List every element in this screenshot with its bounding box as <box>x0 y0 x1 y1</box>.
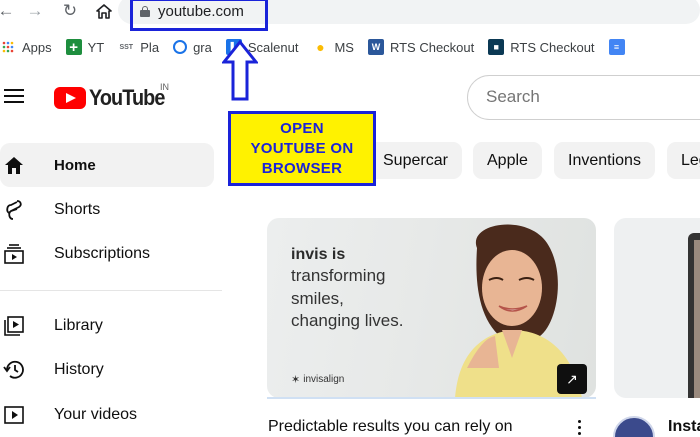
docs-icon[interactable]: ≡ <box>608 39 625 55</box>
bookmark-label: RTS Checkout <box>510 39 595 55</box>
bookmark-yt[interactable]: + YT <box>65 39 105 56</box>
bookmark-rts-checkout[interactable]: ■ RTS Checkout <box>488 39 595 55</box>
callout-line: YOUTUBE ON <box>250 139 354 157</box>
sidebar-item-label: Your videos <box>54 406 138 423</box>
ad-thumbnail[interactable]: invis is transforming smiles, changing l… <box>267 218 596 398</box>
bookmark-label: Pla <box>140 39 160 55</box>
youtube-logo[interactable]: YouTube <box>54 85 173 111</box>
sidebar-item-label: History <box>54 361 104 378</box>
youtube-play-icon <box>54 87 86 109</box>
sidebar-item-label: Home <box>54 156 96 174</box>
invisalign-logo: ✶ invisalign <box>291 374 345 386</box>
sidebar-divider <box>0 290 222 291</box>
reload-icon[interactable]: ↻ <box>60 0 80 22</box>
plus-icon: + <box>65 39 82 56</box>
sidebar-item-home[interactable]: Home <box>0 143 214 187</box>
bookmark-label: Apps <box>22 39 52 55</box>
up-arrow-icon <box>222 40 258 101</box>
ad-progress-rule <box>267 397 596 399</box>
external-link-icon[interactable]: ↗ <box>557 364 587 394</box>
search-box[interactable] <box>467 75 700 120</box>
ad-line: changing lives. <box>291 311 404 330</box>
sidebar-item-label: Shorts <box>54 201 101 218</box>
chip-supercar[interactable]: Supercar <box>369 142 462 179</box>
avatar[interactable] <box>613 416 655 437</box>
your-videos-icon <box>3 404 25 426</box>
callout-line: BROWSER <box>261 159 343 177</box>
country-code: IN <box>160 82 169 92</box>
library-icon <box>3 315 25 337</box>
channel-name[interactable]: Insta <box>668 418 700 436</box>
ad-title[interactable]: Predictable results you can rely on <box>268 418 513 436</box>
shorts-icon <box>3 199 25 221</box>
chip-leg[interactable]: Leg <box>667 142 700 179</box>
bookmark-pla[interactable]: SST Pla <box>118 39 159 55</box>
sidebar-item-label: Library <box>54 317 103 334</box>
bookmark-label: MS <box>334 39 354 55</box>
sidebar-item-label: Subscriptions <box>54 245 151 262</box>
bookmarks-bar: Apps + YT SST Pla gra ▌ Scalenut ● MS W RTS Checkou… <box>0 33 700 61</box>
ad-line: smiles, <box>291 289 344 308</box>
bookmark-label: RTS Checkout <box>389 39 475 55</box>
chart-icon: ■ <box>488 39 505 55</box>
sidebar-item-history[interactable]: History <box>0 348 214 392</box>
home-icon[interactable] <box>94 0 114 22</box>
callout-line: OPEN <box>280 119 324 137</box>
chip-inventions[interactable]: Inventions <box>554 142 655 179</box>
url-highlight-box <box>130 0 268 31</box>
video-thumbnail[interactable] <box>614 218 700 398</box>
grammarly-icon <box>173 40 188 54</box>
forward-icon[interactable]: → <box>26 0 44 22</box>
sst-icon: SST <box>119 43 134 51</box>
back-icon[interactable]: ← <box>0 0 16 22</box>
sidebar-item-your-videos[interactable]: Your videos <box>0 393 214 437</box>
sidebar-item-library[interactable]: Library <box>0 304 214 348</box>
ad-line: transforming <box>291 266 386 285</box>
sparkle-icon: ✶ <box>291 374 301 386</box>
more-options-icon[interactable] <box>578 420 582 437</box>
word-icon: W <box>367 39 384 55</box>
device-image <box>688 233 700 398</box>
bookmark-ms[interactable]: ● MS <box>312 39 354 55</box>
bookmark-label: gra <box>193 39 212 55</box>
apps-grid-icon <box>0 39 16 55</box>
bookmark-rts-checkout[interactable]: W RTS Checkout <box>367 39 475 55</box>
chip-apple[interactable]: Apple <box>473 142 542 179</box>
subscriptions-icon <box>3 243 25 265</box>
sidebar-item-shorts[interactable]: Shorts <box>0 188 214 232</box>
menu-icon[interactable] <box>4 88 24 104</box>
ad-brand: invis is <box>291 246 346 263</box>
bookmark-apps[interactable]: Apps <box>0 39 52 55</box>
sidebar-item-subscriptions[interactable]: Subscriptions <box>0 232 214 276</box>
browser-toolbar: ← → ↻ youtube.com <box>0 0 700 31</box>
home-icon <box>3 154 25 176</box>
search-input[interactable] <box>486 87 686 107</box>
instruction-callout: OPEN YOUTUBE ON BROWSER <box>228 111 376 186</box>
history-icon <box>3 359 25 381</box>
bookmark-gra[interactable]: gra <box>173 40 212 55</box>
bookmark-label: YT <box>87 39 105 55</box>
bulb-icon: ● <box>316 39 325 55</box>
